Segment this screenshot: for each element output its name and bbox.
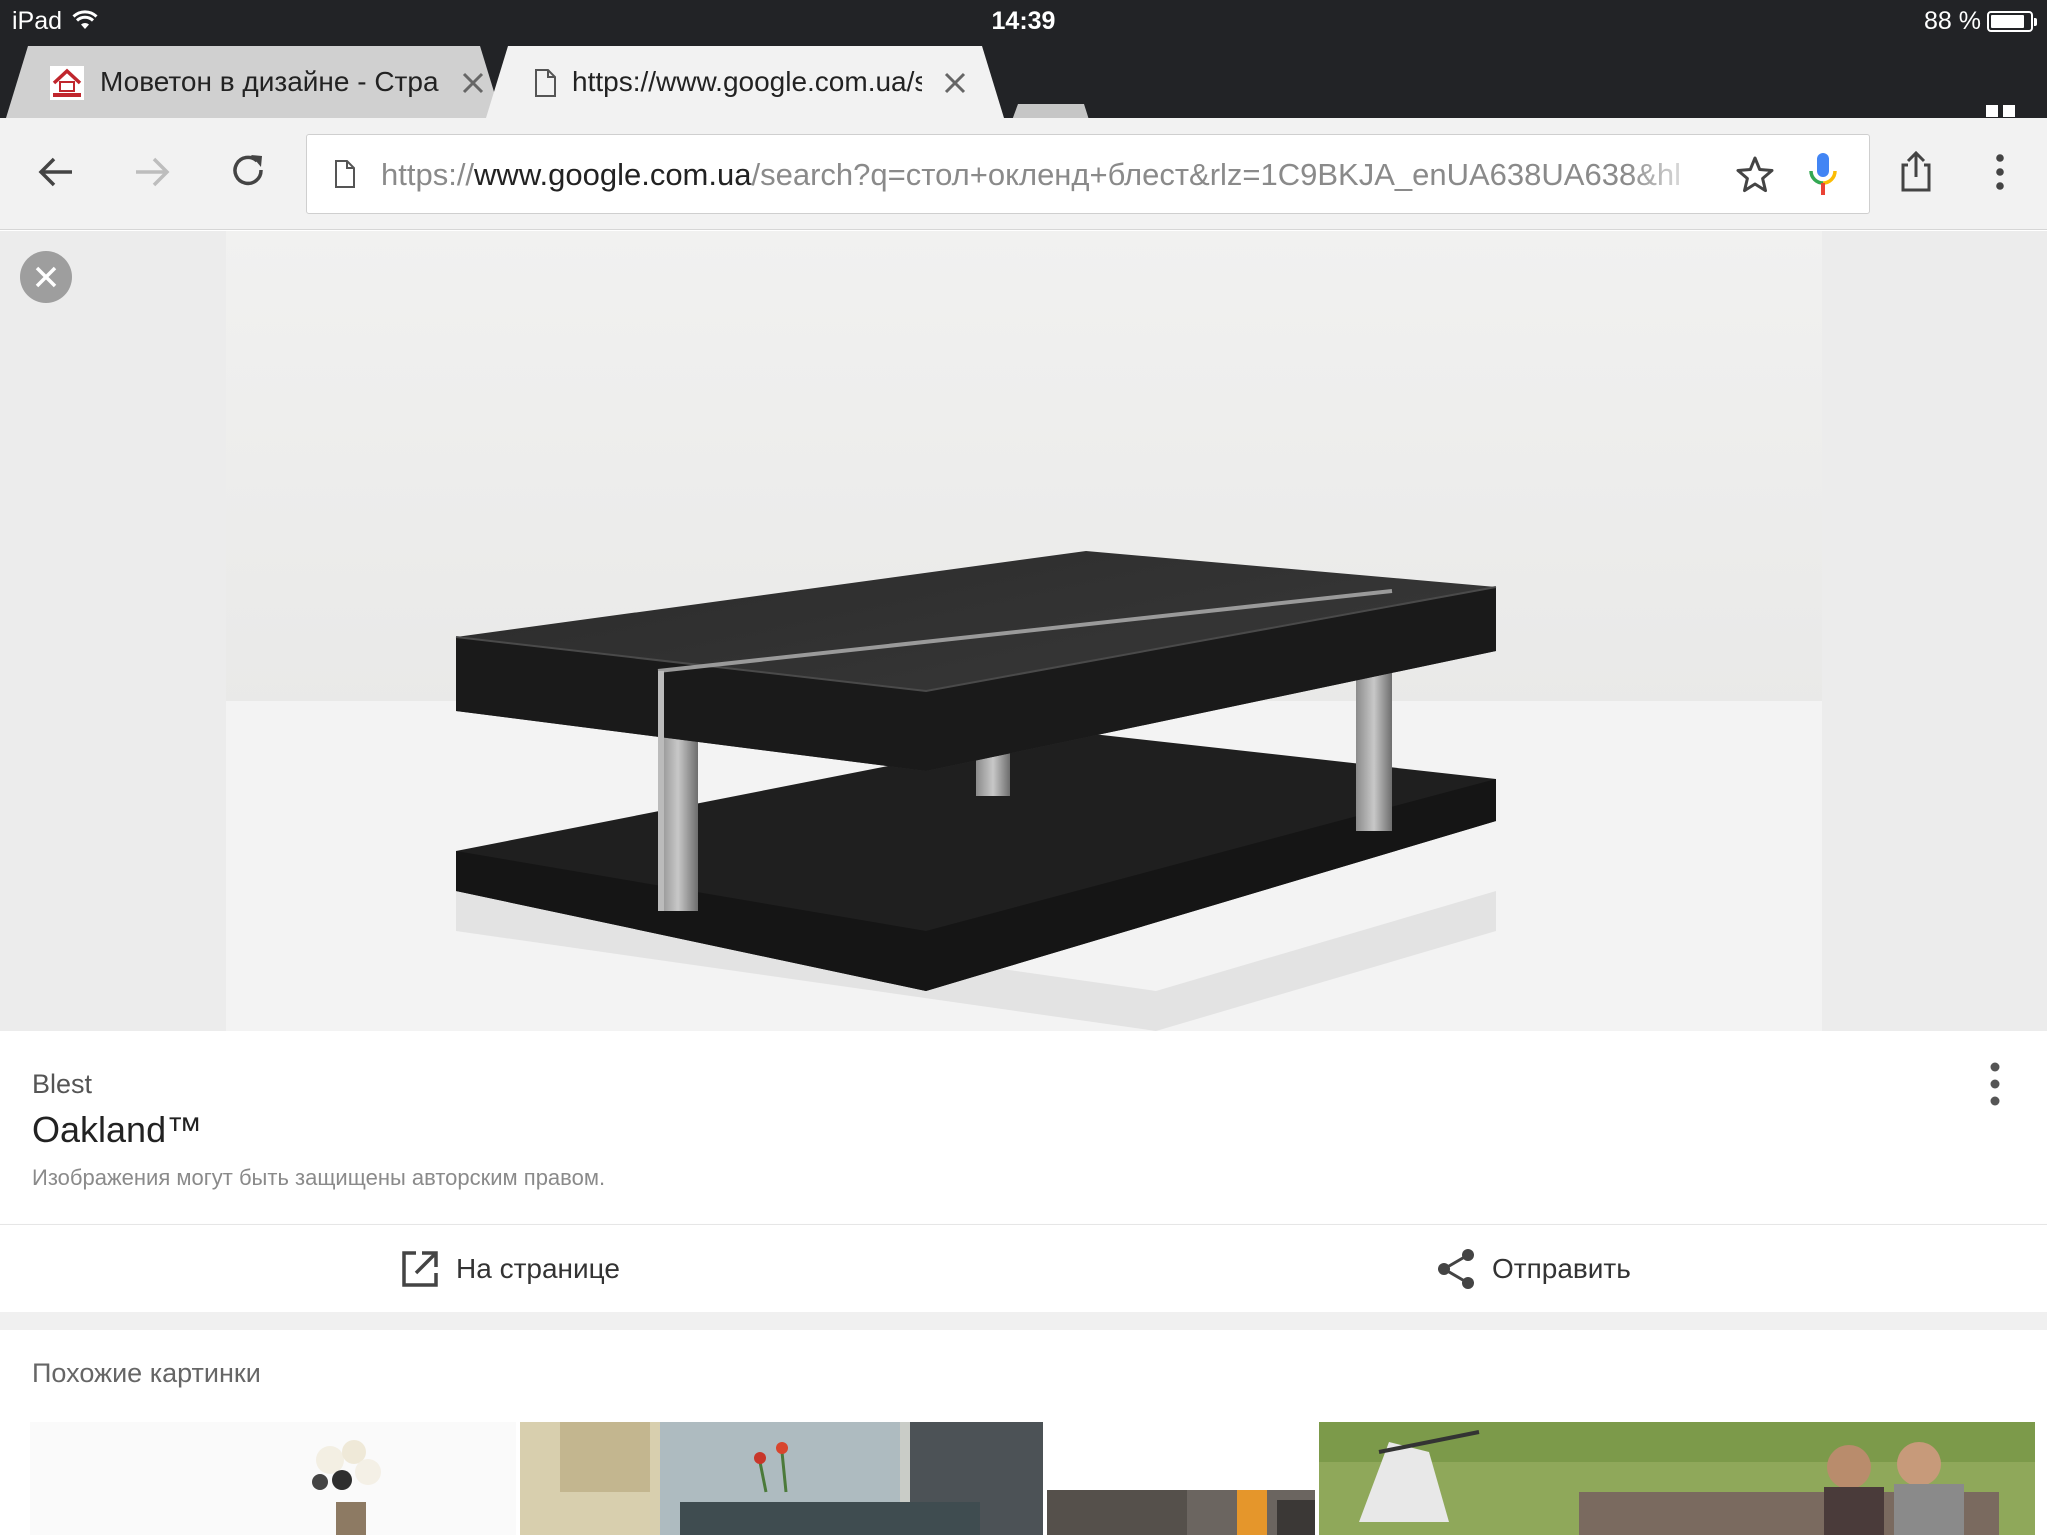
battery-icon: [1987, 11, 2037, 32]
open-in-new-icon: [402, 1251, 438, 1287]
tab-inactive[interactable]: Моветон в дизайне - Страница: [6, 46, 502, 118]
similar-image-thumbnail[interactable]: [1047, 1490, 1315, 1535]
page-icon: [535, 69, 556, 97]
url-fade: [1627, 145, 1707, 205]
url-scheme: https://: [381, 157, 475, 192]
forward-arrow-icon[interactable]: [128, 148, 176, 196]
status-bar: iPad 14:39 88 %: [0, 0, 2047, 42]
house-logo-icon: [50, 66, 84, 100]
outdoor-sofa-image: [1319, 1422, 2035, 1535]
interior-image: [1047, 1490, 1315, 1535]
flower-vase-image: [30, 1422, 516, 1535]
copyright-notice: Изображения могут быть защищены авторски…: [32, 1165, 606, 1190]
image-actions-bar: На странице Отправить: [0, 1224, 2047, 1312]
close-viewer-button[interactable]: [20, 251, 72, 303]
url-host: www.google.com.ua: [474, 157, 752, 192]
address-bar[interactable]: https://www.google.com.ua/search?q=стол+…: [306, 134, 1870, 214]
menu-dots-icon[interactable]: [1976, 148, 2024, 196]
reload-icon[interactable]: [224, 148, 272, 196]
microphone-icon[interactable]: [1807, 151, 1839, 197]
tab-title: https://www.google.com.ua/search: [572, 66, 922, 97]
similar-image-thumbnail[interactable]: [30, 1422, 516, 1535]
similar-image-thumbnail[interactable]: [520, 1422, 1043, 1535]
image-info-panel: Blest Oakland™ Изображения могут быть за…: [0, 1031, 2047, 1224]
image-title[interactable]: Oakland™: [32, 1109, 202, 1151]
tab-strip: Моветон в дизайне - Страница https://www…: [0, 42, 2047, 142]
living-room-image: [520, 1422, 1043, 1535]
visit-page-label: На странице: [456, 1253, 620, 1284]
similar-images-section: Похожие картинки: [0, 1330, 2047, 1535]
close-tab-icon[interactable]: [458, 68, 488, 98]
close-icon: [35, 266, 57, 288]
section-divider: [0, 1312, 2047, 1330]
similar-image-thumbnail[interactable]: [1319, 1422, 2035, 1535]
close-tab-icon[interactable]: [940, 68, 970, 98]
share-nodes-icon: [1438, 1249, 1474, 1289]
tab-active[interactable]: https://www.google.com.ua/search: [486, 46, 1004, 118]
browser-toolbar: https://www.google.com.ua/search?q=стол+…: [0, 118, 2047, 230]
share-label: Отправить: [1492, 1253, 1631, 1284]
share-icon[interactable]: [1892, 148, 1940, 196]
tab-title: Моветон в дизайне - Страница: [100, 66, 440, 97]
page-icon: [335, 160, 355, 188]
battery-percentage: 88 %: [1924, 7, 1981, 35]
url-text[interactable]: https://www.google.com.ua/search?q=стол+…: [381, 157, 1701, 193]
image-viewer: [0, 231, 2047, 1031]
table-photo[interactable]: [226, 231, 1822, 1031]
back-arrow-icon[interactable]: [32, 148, 80, 196]
clock: 14:39: [991, 7, 1056, 35]
image-source[interactable]: Blest: [32, 1069, 92, 1100]
bookmark-star-icon[interactable]: [1735, 155, 1775, 195]
url-path: /search?q=стол+окленд+блест&rlz=1C9BKJA_…: [751, 157, 1681, 192]
more-options-icon[interactable]: [1980, 1059, 2010, 1109]
similar-images-heading: Похожие картинки: [32, 1358, 261, 1388]
